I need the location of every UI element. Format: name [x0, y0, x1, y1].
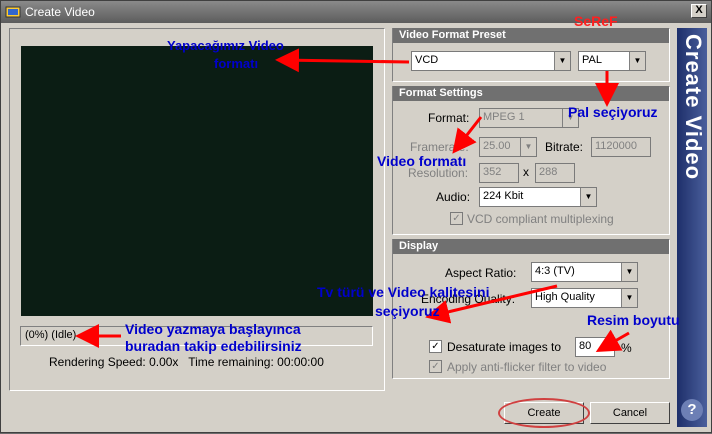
aspect-ratio-label: Aspect Ratio:	[445, 266, 517, 280]
render-status: Rendering Speed: 0.00x Time remaining: 0…	[49, 355, 324, 369]
bitrate-field[interactable]: 1120000	[591, 137, 651, 157]
create-highlight-circle	[498, 398, 590, 428]
help-icon[interactable]: ?	[681, 399, 703, 421]
resolution-height-field[interactable]: 288	[535, 163, 575, 183]
sidebar-title: Create Video	[681, 34, 706, 181]
tv-system-select[interactable]: PAL ▼	[578, 51, 646, 71]
annotation-tv-2: seçiyoruz	[375, 303, 440, 319]
video-preview	[21, 46, 373, 316]
resolution-separator: x	[523, 165, 529, 179]
anti-flicker-label: Apply anti-flicker filter to video	[447, 360, 607, 374]
audio-value: 224 Kbit	[483, 190, 524, 202]
framerate-label: Framerate:	[410, 140, 469, 154]
vcd-multiplexing-label: VCD compliant multiplexing	[467, 212, 614, 226]
tv-system-value: PAL	[582, 54, 602, 66]
chevron-down-icon: ▼	[554, 52, 570, 70]
framerate-value: 25.00	[483, 140, 511, 152]
desaturate-checkbox[interactable]: ✓	[429, 340, 442, 353]
format-settings-header: Format Settings	[393, 86, 669, 101]
sidebar-banner: Create Video	[677, 28, 707, 427]
app-icon	[5, 4, 21, 20]
progress-text: (0%) (Idle)	[25, 329, 77, 341]
bitrate-label: Bitrate:	[545, 140, 584, 154]
format-label: Format:	[428, 111, 470, 125]
close-button[interactable]: X	[691, 4, 707, 18]
percent-label: %	[621, 341, 632, 355]
aspect-ratio-value: 4:3 (TV)	[535, 265, 575, 277]
chevron-down-icon: ▼	[621, 289, 637, 307]
annotation-format-2: formatı	[214, 56, 259, 71]
framerate-select[interactable]: 25.00 ▼	[479, 137, 537, 157]
rendering-speed: Rendering Speed: 0.00x	[49, 355, 179, 369]
annotation-pal: Pal seçiyoruz	[568, 104, 658, 120]
annotation-video-format: Video formatı	[377, 153, 467, 169]
annotation-progress-2: buradan takip edebilirsiniz	[125, 338, 302, 354]
encoding-quality-select[interactable]: High Quality ▼	[531, 288, 638, 308]
preset-header: Video Format Preset	[393, 28, 669, 43]
cancel-button[interactable]: Cancel	[590, 402, 670, 424]
create-video-window: Create Video X (0%) (Idle) Rendering Spe…	[0, 0, 712, 433]
format-value: MPEG 1	[483, 111, 525, 123]
preset-format-value: VCD	[415, 54, 439, 66]
chevron-down-icon: ▼	[621, 263, 637, 281]
chevron-down-icon: ▼	[520, 138, 536, 156]
resolution-width-field[interactable]: 352	[479, 163, 519, 183]
audio-label: Audio:	[436, 190, 471, 204]
display-header: Display	[393, 239, 669, 254]
annotation-progress-1: Video yazmaya başlayınca	[125, 321, 301, 337]
time-remaining: Time remaining: 00:00:00	[188, 355, 324, 369]
desaturate-field[interactable]: 80	[575, 337, 615, 357]
window-title: Create Video	[25, 5, 95, 19]
encoding-quality-value: High Quality	[535, 291, 595, 303]
audio-select[interactable]: 224 Kbit ▼	[479, 187, 597, 207]
preset-format-select[interactable]: VCD ▼	[411, 51, 571, 71]
format-select[interactable]: MPEG 1 ▼	[479, 108, 579, 128]
annotation-seref: SeReF	[574, 13, 618, 29]
anti-flicker-checkbox[interactable]: ✓	[429, 360, 442, 373]
chevron-down-icon: ▼	[580, 188, 596, 206]
vcd-multiplexing-checkbox[interactable]: ✓	[450, 212, 463, 225]
annotation-resim: Resim boyutu	[587, 312, 680, 328]
aspect-ratio-select[interactable]: 4:3 (TV) ▼	[531, 262, 638, 282]
annotation-format-1: Yapacağımız Video	[167, 38, 284, 53]
desaturate-label: Desaturate images to	[447, 340, 562, 354]
annotation-tv-1: Tv türü ve Video kalitesini	[317, 284, 490, 300]
chevron-down-icon: ▼	[629, 52, 645, 70]
